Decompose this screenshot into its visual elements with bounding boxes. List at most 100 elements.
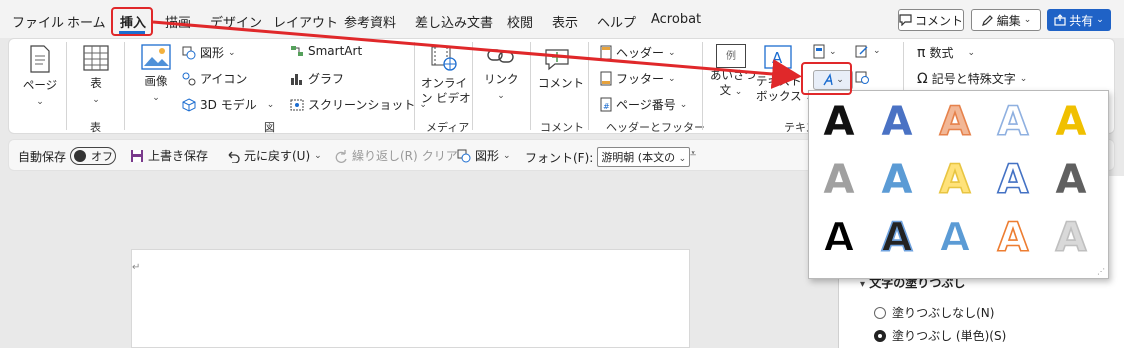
svg-text:A: A (1056, 215, 1087, 259)
chevron-down-icon: ⌄ (1019, 73, 1028, 84)
autosave-switch[interactable]: オフ (70, 147, 117, 165)
smartart-button[interactable]: SmartArt (290, 44, 362, 58)
calendar-clock-icon (855, 70, 869, 84)
tab-review[interactable]: 校閲 (507, 12, 533, 31)
wordart-style-5[interactable]: A (1051, 99, 1091, 143)
svg-text:A: A (882, 99, 913, 143)
wordart-style-11[interactable]: A (819, 215, 859, 259)
quick-parts-icon (813, 44, 825, 59)
table-button[interactable]: 表 ⌄ (80, 44, 112, 108)
header-label: ヘッダー (616, 46, 665, 60)
signature-line-button[interactable]: ⌄ (855, 44, 881, 58)
picture-button[interactable]: 画像 ⌄ (138, 44, 174, 106)
tab-acrobat[interactable]: Acrobat (651, 12, 701, 27)
share-icon (1054, 14, 1066, 26)
customize-qat-button[interactable]: ⩡ (690, 147, 696, 161)
tab-view[interactable]: 表示 (552, 12, 578, 31)
group-label-media: メディア (426, 121, 470, 134)
tab-help[interactable]: ヘルプ (597, 12, 636, 31)
pencil-icon (981, 14, 994, 27)
chevron-down-icon: ⌄ (678, 154, 687, 164)
clear-label: クリア (421, 149, 458, 163)
tab-draw[interactable]: 描画 (165, 12, 191, 31)
redo-icon (334, 149, 348, 163)
wordart-style-4[interactable]: A (993, 99, 1033, 143)
wordart-style-7[interactable]: A (877, 157, 917, 201)
signature-icon (855, 44, 869, 58)
equation-label: 数式 (929, 46, 954, 60)
edit-mode-button[interactable]: 編集 ⌄ (971, 9, 1041, 31)
solid-fill-label: 塗りつぶし (単色)(S) (892, 329, 1007, 343)
redo-button[interactable]: 繰り返し(R) クリア (334, 147, 458, 164)
save-button[interactable]: 上書き保存 (130, 147, 208, 164)
redo-label: 繰り返し(R) (352, 149, 418, 163)
smartart-label: SmartArt (308, 44, 363, 58)
wordart-style-6[interactable]: A (819, 157, 859, 201)
tab-mailings[interactable]: 差し込み文書 (415, 12, 493, 31)
tab-references[interactable]: 参考資料 (344, 12, 396, 31)
omega-icon: Ω (917, 70, 928, 87)
chevron-down-icon: ⌄ (829, 46, 837, 57)
wordart-glyph: A (939, 157, 972, 201)
chevron-down-icon: ⌄ (1023, 15, 1032, 25)
share-button[interactable]: 共有 ⌄ (1047, 9, 1111, 31)
picture-label: 画像 (144, 74, 168, 88)
page-number-button[interactable]: # ページ番号 ⌄ (600, 96, 687, 113)
wordart-style-13[interactable]: A (935, 215, 975, 259)
links-button[interactable]: リンク ⌄ (484, 44, 519, 104)
wordart-style-12[interactable]: A (877, 215, 917, 259)
qat-shapes-label: 図形 (475, 149, 500, 163)
quick-parts-button[interactable]: ⌄ (813, 44, 837, 59)
footer-button[interactable]: フッター ⌄ (600, 70, 676, 87)
online-video-label-1: オンライ (421, 76, 467, 90)
icons-button[interactable]: アイコン (182, 70, 247, 87)
wordart-style-8[interactable]: A (935, 157, 975, 201)
3d-models-button[interactable]: 3D モデル ⌄ (182, 96, 274, 113)
no-fill-option[interactable]: 塗りつぶしなし(N) (874, 304, 994, 321)
greeting-button[interactable]: 例 あいさつ 文 ⌄ (710, 44, 756, 100)
autosave-toggle[interactable]: 自動保存 オフ (18, 147, 117, 165)
solid-fill-option[interactable]: 塗りつぶし (単色)(S) (874, 327, 1006, 344)
wordart-style-15[interactable]: A (1051, 215, 1091, 259)
chevron-down-icon: ⌄ (92, 95, 100, 105)
radio-no-fill[interactable] (874, 306, 886, 319)
online-video-button[interactable]: オンライ ン ビデオ (421, 44, 471, 106)
font-name-box[interactable]: 游明朝 (本文の ⌄ (597, 147, 691, 167)
text-box-button[interactable]: A テキスト ボックス ⌄ (756, 44, 813, 106)
wordart-style-3[interactable]: A (935, 99, 975, 143)
wordart-style-10[interactable]: A (1051, 157, 1091, 201)
screenshot-icon (290, 98, 304, 112)
wordart-style-2[interactable]: A (877, 99, 917, 143)
date-time-button[interactable] (855, 70, 869, 84)
resize-grip-icon[interactable]: ⋰ (1097, 267, 1105, 276)
symbol-button[interactable]: Ω 記号と特殊文字 ⌄ (917, 70, 1027, 87)
wordart-style-1[interactable]: A (819, 99, 859, 143)
radio-solid-fill[interactable] (874, 329, 886, 342)
comment-button[interactable]: コメント (898, 9, 964, 31)
wordart-glyph: A (939, 215, 972, 259)
tab-design[interactable]: デザイン (210, 12, 262, 31)
text-box-label-1: テキスト (756, 74, 802, 88)
tab-file[interactable]: ファイル (12, 12, 64, 31)
shapes-icon (182, 46, 196, 60)
chart-button[interactable]: グラフ (290, 70, 344, 87)
equation-button[interactable]: π 数式 ⌄ (917, 44, 975, 61)
document-page[interactable] (131, 249, 690, 348)
tab-home[interactable]: ホーム (67, 12, 106, 31)
shapes-button[interactable]: 図形 ⌄ (182, 44, 236, 61)
undo-button[interactable]: 元に戻す(U) ⌄ (226, 147, 322, 164)
table-icon (82, 44, 110, 72)
undo-icon (226, 149, 240, 163)
pages-button[interactable]: ページ ⌄ (22, 44, 58, 110)
screenshot-button[interactable]: スクリーンショット ⌄ (290, 96, 427, 113)
wordart-glyph: A (939, 99, 972, 143)
group-label-header-footer: ヘッダーとフッター (606, 121, 705, 134)
qat-shapes-button[interactable]: 図形 ⌄ (457, 147, 511, 164)
new-comment-button[interactable]: コメント (538, 44, 584, 91)
wordart-style-9[interactable]: A (993, 157, 1033, 201)
svg-text:A: A (940, 215, 971, 259)
wordart-style-14[interactable]: A (993, 215, 1033, 259)
chevron-down-icon: ⌄ (497, 91, 505, 101)
header-button[interactable]: ヘッダー ⌄ (600, 44, 676, 61)
tab-layout[interactable]: レイアウト (273, 12, 338, 31)
